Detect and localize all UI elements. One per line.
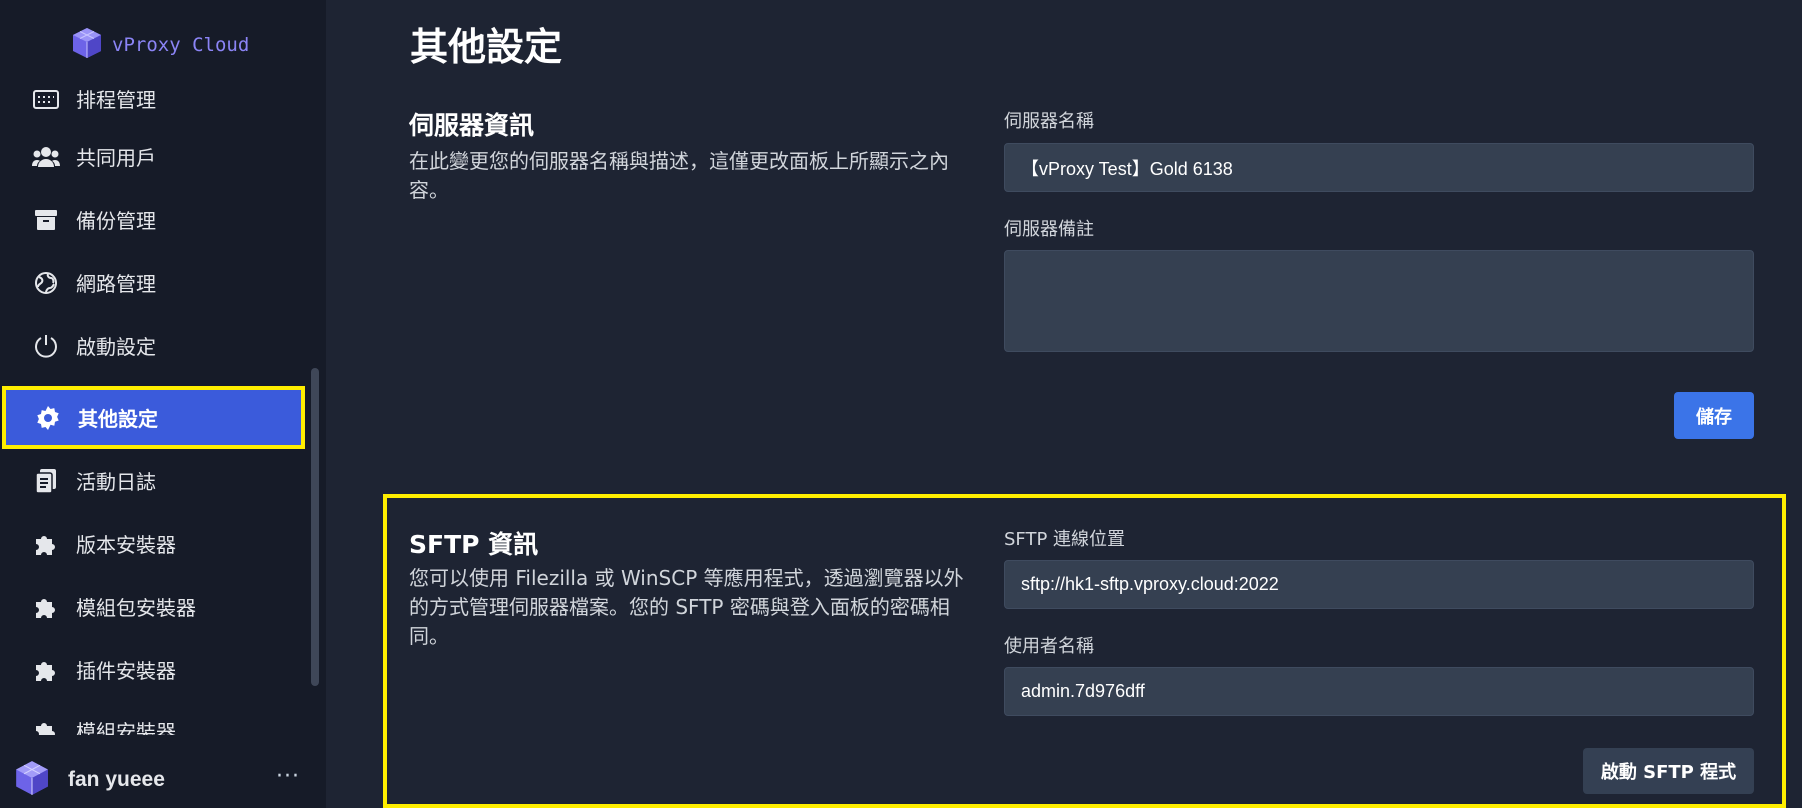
avatar xyxy=(14,759,50,801)
sidebar-item-modpack-installer[interactable]: 模組包安裝器 xyxy=(0,575,306,638)
sftp-username-input[interactable]: admin.7d976dff xyxy=(1004,667,1754,716)
brand-logo[interactable]: vProxy Cloud xyxy=(70,26,249,64)
sidebar-item-schedules[interactable]: 排程管理 xyxy=(0,75,306,130)
gear-icon xyxy=(34,404,62,432)
server-note-textarea[interactable] xyxy=(1004,250,1754,352)
sftp-address-input[interactable]: sftp://hk1-sftp.vproxy.cloud:2022 xyxy=(1004,560,1754,609)
server-name-label: 伺服器名稱 xyxy=(1004,111,1094,132)
sidebar-item-mod-installer[interactable]: 模組安裝器 xyxy=(0,699,306,735)
sidebar-item-label: 共同用戶 xyxy=(76,146,156,170)
server-info-title: 伺服器資訊 xyxy=(409,111,535,140)
puzzle-icon xyxy=(32,717,60,735)
puzzle-icon xyxy=(32,593,60,621)
sftp-info-title: SFTP 資訊 xyxy=(409,530,539,559)
server-note-label: 伺服器備註 xyxy=(1004,219,1094,240)
sidebar-item-activity[interactable]: 活動日誌 xyxy=(0,449,306,512)
sidebar-item-subusers[interactable]: 共同用戶 xyxy=(0,125,306,188)
log-icon xyxy=(32,467,60,495)
brand-name: vProxy Cloud xyxy=(112,34,250,56)
page-title: 其他設定 xyxy=(410,25,563,69)
calendar-icon xyxy=(32,85,60,113)
sidebar-item-label: 備份管理 xyxy=(76,209,156,233)
server-info-description: 在此變更您的伺服器名稱與描述，這僅更改面板上所顯示之內容。 xyxy=(409,149,949,202)
main-content: 其他設定 伺服器資訊 在此變更您的伺服器名稱與描述，這僅更改面板上所顯示之內容。… xyxy=(326,0,1802,808)
puzzle-icon xyxy=(32,530,60,558)
save-button[interactable]: 儲存 xyxy=(1674,392,1754,439)
sftp-info-description: 您可以使用 Filezilla 或 WinSCP 等應用程式，透過瀏覽器以外的方… xyxy=(409,566,964,648)
archive-icon xyxy=(32,206,60,234)
sidebar-item-label: 版本安裝器 xyxy=(76,533,176,557)
sidebar-item-version-installer[interactable]: 版本安裝器 xyxy=(0,512,306,575)
sidebar-item-plugin-installer[interactable]: 插件安裝器 xyxy=(0,638,306,701)
sidebar-item-backups[interactable]: 備份管理 xyxy=(0,188,306,251)
globe-icon xyxy=(32,269,60,297)
sidebar-item-label: 排程管理 xyxy=(76,88,156,112)
power-icon xyxy=(32,332,60,360)
sidebar-item-label: 模組安裝器 xyxy=(76,720,176,735)
sidebar-item-network[interactable]: 網路管理 xyxy=(0,251,306,314)
more-options-icon[interactable]: ··· xyxy=(276,764,300,789)
cube-logo-icon xyxy=(70,26,104,64)
user-name: fan yueee xyxy=(68,768,165,791)
sidebar-item-label: 活動日誌 xyxy=(76,470,156,494)
sidebar-item-label: 插件安裝器 xyxy=(76,659,176,683)
sftp-address-label: SFTP 連線位置 xyxy=(1004,529,1126,550)
users-icon xyxy=(32,143,60,171)
server-name-input[interactable]: 【vProxy Test】Gold 6138 xyxy=(1004,143,1754,192)
sidebar-nav: 排程管理 共同用戶 備份管理 網路管理 啟動設定 其他設定 活動日誌 版本安裝器… xyxy=(0,75,326,735)
sidebar-item-label: 其他設定 xyxy=(78,407,158,431)
sidebar-item-startup[interactable]: 啟動設定 xyxy=(0,314,306,377)
sidebar-item-label: 啟動設定 xyxy=(76,335,156,359)
sidebar-scrollbar[interactable] xyxy=(311,368,319,686)
sidebar: vProxy Cloud 排程管理 共同用戶 備份管理 網路管理 啟動設定 其他… xyxy=(0,0,326,808)
sidebar-item-label: 網路管理 xyxy=(76,272,156,296)
sidebar-item-settings[interactable]: 其他設定 xyxy=(2,386,305,449)
puzzle-icon xyxy=(32,656,60,684)
user-menu[interactable]: fan yueee ··· xyxy=(0,752,326,808)
launch-sftp-button[interactable]: 啟動 SFTP 程式 xyxy=(1583,748,1754,794)
sftp-username-label: 使用者名稱 xyxy=(1004,636,1094,657)
sidebar-item-label: 模組包安裝器 xyxy=(76,596,196,620)
